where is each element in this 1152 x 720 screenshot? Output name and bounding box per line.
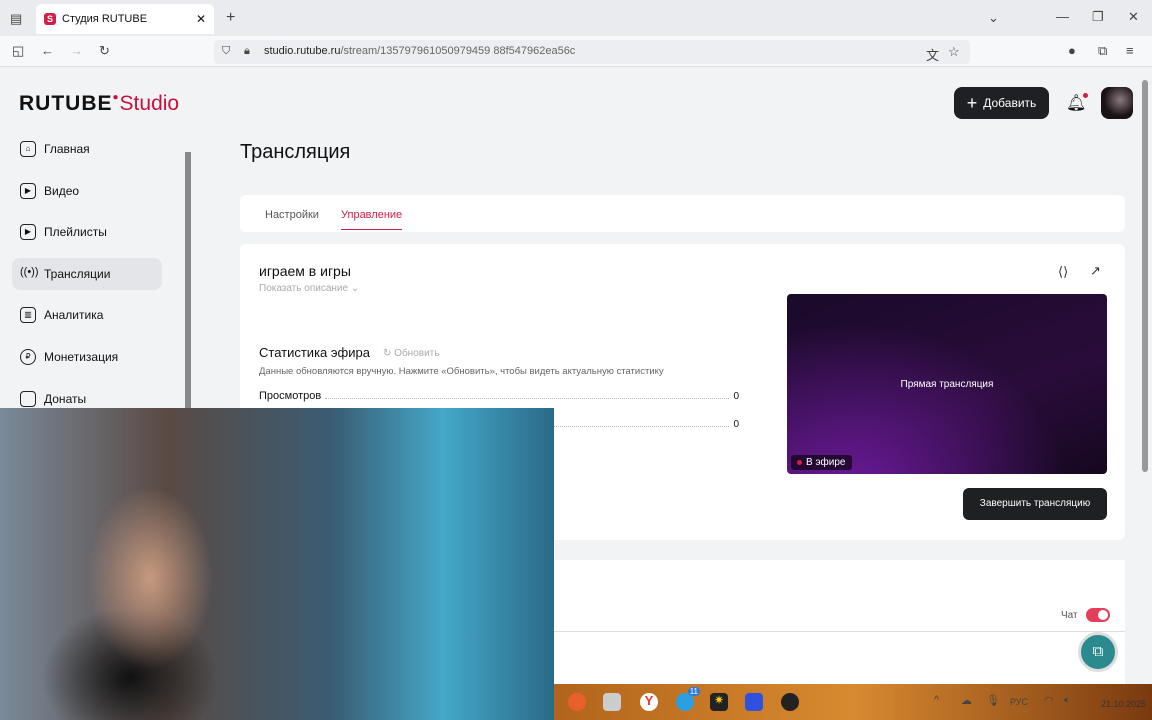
chat-toggle[interactable] [1085, 608, 1110, 622]
playlist-icon: ▶ [20, 224, 36, 241]
analytics-icon: ▥ [20, 307, 36, 324]
tab-management[interactable]: Управление [341, 209, 403, 230]
forward-icon[interactable]: → [70, 43, 83, 58]
stat-row: Просмотров 0 [259, 390, 739, 402]
end-stream-button[interactable]: Завершить трансляцию [963, 488, 1107, 520]
sidebar-item-label: Монетизация [44, 349, 119, 364]
url-path: /stream/135797961050979459 88f547962ea56… [340, 45, 576, 57]
tab-list-icon[interactable]: ▤ [10, 11, 22, 27]
sidebar-item-label: Плейлисты [44, 225, 107, 240]
live-badge: В эфире [791, 455, 852, 470]
sidebar-icon[interactable]: ◱ [12, 43, 24, 59]
taskbar: Y 11 ✷ ^ ☁ 🎙︎ РУС ◠ 🔈︎ 21.10.2025 [554, 684, 1152, 720]
ruble-icon: ₽ [20, 348, 36, 365]
webcam-overlay [0, 408, 554, 720]
tab-title: Студия RUTUBE [62, 13, 148, 25]
stream-title: играем в игры [259, 263, 351, 279]
sidebar-item-analytics[interactable]: ▥ Аналитика [12, 299, 162, 331]
stats-title: Статистика эфира [259, 345, 370, 360]
back-icon[interactable]: ← [41, 43, 54, 58]
refresh-button[interactable]: ↻ Обновить [383, 348, 439, 359]
sidebar-item-home[interactable]: ⌂ Главная [12, 133, 162, 165]
page-scrollbar[interactable] [1142, 80, 1148, 472]
stats-note: Данные обновляются вручную. Нажмите «Обн… [259, 366, 664, 377]
browser-toolbar: ◱ ← → ↻ ⛉ 🔒︎ studio.rutube.ru/stream/135… [0, 36, 1152, 67]
player-label: Прямая трансляция [900, 379, 994, 390]
sidebar-item-label: Трансляции [44, 266, 111, 281]
wallet-icon [20, 390, 36, 407]
plus-icon: + [966, 92, 978, 113]
sidebar-item-monetization[interactable]: ₽ Монетизация [12, 341, 162, 373]
shield-icon: ⛉ [222, 45, 231, 57]
divider [554, 631, 1125, 632]
media-player-icon[interactable] [603, 693, 621, 711]
yandex-browser-icon[interactable]: Y [640, 693, 658, 711]
translate-icon[interactable]: 文 [926, 45, 939, 64]
sidebar-item-label: Видео [44, 183, 80, 198]
tray-chevron-icon[interactable]: ^ [934, 694, 939, 706]
maximize-icon[interactable]: ❐ [1092, 9, 1104, 25]
chat-toggle-row: Чат [1061, 608, 1110, 622]
weather-icon[interactable]: ☁ [961, 694, 972, 707]
language-indicator[interactable]: РУС [1010, 697, 1028, 707]
bookmark-star-icon[interactable]: ☆ [948, 44, 960, 60]
browser-tab-bar: ▤ S Студия RUTUBE ✕ + ⌄ — ❐ ✕ [0, 0, 1152, 36]
chat-card [554, 560, 1125, 685]
minimize-icon[interactable]: — [1056, 9, 1069, 24]
page-tabs: Настройки Управление [240, 195, 1125, 232]
sidebar-item-video[interactable]: ▶ Видео [12, 175, 162, 207]
app-icon[interactable]: ✷ [710, 693, 728, 711]
sidebar-item-broadcasts[interactable]: ((•)) Трансляции [12, 257, 162, 290]
tab-settings[interactable]: Настройки [265, 209, 319, 221]
avatar[interactable] [1101, 87, 1133, 119]
close-tab-icon[interactable]: ✕ [196, 12, 206, 26]
firefox-icon[interactable] [568, 693, 586, 711]
chevron-down-icon[interactable]: ⌄ [988, 10, 999, 26]
new-tab-icon[interactable]: + [226, 9, 235, 27]
wifi-icon[interactable]: ◠ [1044, 694, 1054, 707]
browser-tab[interactable]: S Студия RUTUBE ✕ [36, 4, 214, 34]
broadcast-icon: ((•)) [20, 265, 39, 278]
video-icon: ▶ [20, 182, 36, 199]
reload-icon[interactable]: ↻ [99, 43, 110, 59]
add-button[interactable]: + Добавить [954, 87, 1049, 119]
volume-icon[interactable]: 🔈︎ [1064, 694, 1071, 707]
clock-date[interactable]: 21.10.2025 [1101, 699, 1146, 709]
rutube-favicon: S [44, 13, 56, 25]
telegram-icon[interactable]: 11 [676, 687, 700, 711]
home-icon: ⌂ [20, 141, 36, 157]
extensions-icon[interactable]: ⧉ [1098, 43, 1107, 59]
obs-icon[interactable] [781, 693, 799, 711]
address-bar[interactable]: ⛉ 🔒︎ studio.rutube.ru/stream/13579796105… [214, 40, 970, 64]
sidebar-item-playlists[interactable]: ▶ Плейлисты [12, 216, 162, 248]
roblox-icon[interactable] [745, 693, 763, 711]
chat-label: Чат [1061, 609, 1078, 621]
show-description-link[interactable]: Показать описание ⌄ [259, 283, 359, 294]
sidebar-nav: ⌂ Главная ▶ Видео ▶ Плейлисты ((•)) Трансляц… [12, 133, 162, 424]
menu-icon[interactable]: ≡ [1126, 43, 1134, 58]
sidebar-scrollbar[interactable] [185, 152, 191, 412]
notifications-bell-icon[interactable]: 🔔︎ [1066, 93, 1089, 113]
refresh-icon: ↻ [383, 348, 392, 359]
stream-preview-player[interactable]: Прямая трансляция В эфире [787, 294, 1107, 474]
add-label: Добавить [983, 96, 1037, 110]
sidebar-item-label: Аналитика [44, 308, 104, 323]
external-link-icon[interactable]: ↗ [1090, 263, 1101, 279]
rutube-studio-logo[interactable]: RUTUBE●Studio [19, 92, 179, 116]
support-chat-icon[interactable]: ⧉ [1078, 632, 1118, 672]
page-title: Трансляция [240, 141, 351, 163]
mic-icon[interactable]: 🎙︎ [986, 694, 1000, 707]
sidebar-item-label: Донаты [44, 391, 87, 406]
sidebar-item-label: Главная [44, 142, 90, 156]
close-window-icon[interactable]: ✕ [1128, 9, 1139, 25]
url-host: studio.rutube.ru [264, 45, 341, 57]
lock-icon: 🔒︎ [244, 45, 250, 57]
account-icon[interactable]: ● [1068, 43, 1076, 58]
share-icon[interactable]: ⟨⟩ [1058, 264, 1068, 280]
